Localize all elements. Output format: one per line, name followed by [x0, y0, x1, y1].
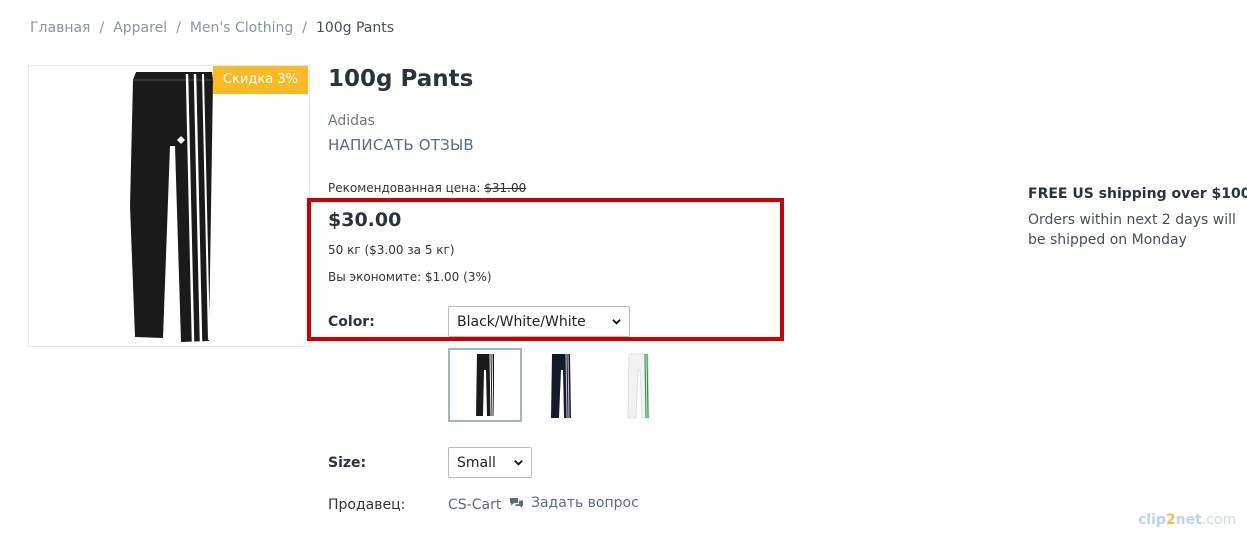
watermark-part-net: net — [1175, 512, 1202, 528]
pants-thumbnail-white — [627, 353, 650, 419]
breadcrumb-separator: / — [99, 20, 105, 36]
color-variant-navy[interactable] — [526, 348, 600, 422]
discount-badge: Скидка 3% — [213, 66, 308, 94]
unit-price: 50 кг ($3.00 за 5 кг) — [328, 243, 455, 257]
list-price: Рекомендованная цена: $31.00 — [328, 181, 526, 195]
watermark-part-clip: clip — [1138, 512, 1166, 528]
product-title: 100g Pants — [328, 66, 474, 92]
color-variant-black[interactable] — [448, 348, 522, 422]
breadcrumb-apparel[interactable]: Apparel — [113, 20, 167, 36]
breadcrumb-separator: / — [302, 20, 307, 36]
color-select[interactable]: Black/White/White — [448, 306, 630, 337]
seller-link[interactable]: CS-Cart — [448, 497, 501, 513]
breadcrumb-mens-clothing[interactable]: Men's Clothing — [190, 20, 293, 36]
chevron-down-icon — [612, 319, 621, 325]
watermark-part-com: .com — [1201, 512, 1237, 528]
product-main-image[interactable]: Скидка 3% — [28, 65, 310, 347]
pants-thumbnail-navy — [551, 353, 571, 419]
breadcrumb-separator: / — [176, 20, 181, 36]
size-select-value: Small — [457, 454, 496, 471]
watermark-part-2: 2 — [1165, 512, 1176, 528]
clip2net-watermark: clip2net.com — [1138, 512, 1236, 528]
shipping-title: FREE US shipping over $100! — [1028, 186, 1247, 202]
write-review-link[interactable]: НАПИСАТЬ ОТЗЫВ — [328, 136, 474, 154]
color-select-value: Black/White/White — [457, 313, 586, 330]
size-select[interactable]: Small — [448, 447, 532, 478]
ask-question-label: Задать вопрос — [531, 495, 639, 511]
pants-thumbnail-black — [476, 353, 494, 417]
ask-question-link[interactable]: Задать вопрос — [509, 495, 639, 511]
shipping-text: Orders within next 2 days will be shippe… — [1028, 212, 1236, 248]
breadcrumb-current: 100g Pants — [315, 20, 395, 36]
breadcrumb: Главная / Apparel / Men's Clothing / 100… — [30, 20, 394, 36]
product-brand[interactable]: Adidas — [328, 113, 375, 129]
color-label: Color: — [328, 314, 375, 330]
savings-text: Вы экономите: $1.00 (3%) — [328, 270, 492, 284]
chevron-down-icon — [514, 460, 523, 466]
list-price-label: Рекомендованная цена: — [328, 181, 481, 195]
list-price-value: $31.00 — [484, 181, 527, 195]
seller-label: Продавец: — [328, 497, 406, 513]
chat-bubbles-icon — [510, 497, 523, 508]
color-variant-white[interactable] — [604, 348, 678, 422]
size-label: Size: — [328, 455, 367, 471]
breadcrumb-home[interactable]: Главная — [30, 20, 90, 36]
product-price: $30.00 — [328, 209, 402, 231]
pants-image — [130, 72, 213, 343]
